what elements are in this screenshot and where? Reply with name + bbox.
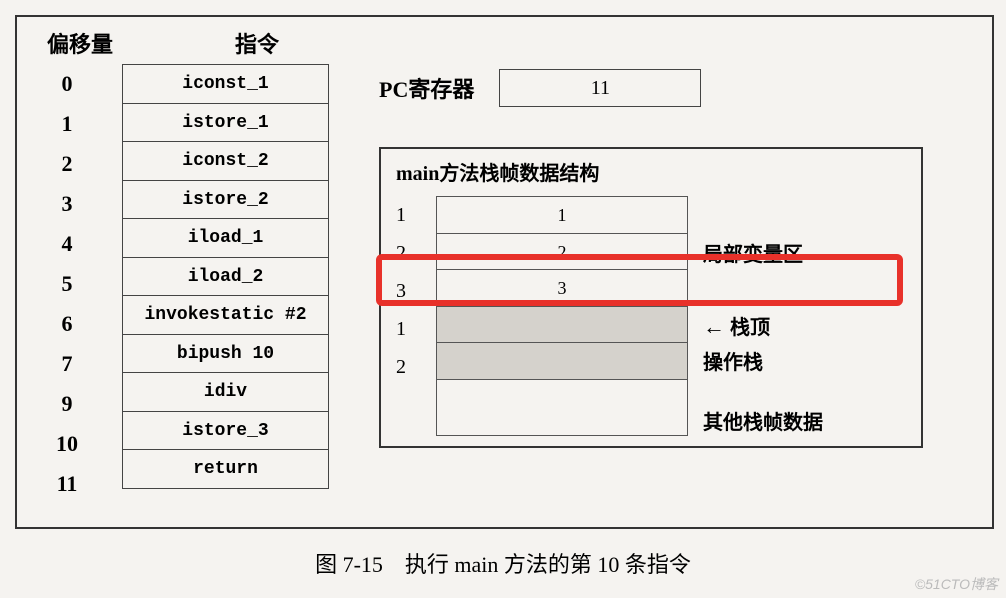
instruction-cell: istore_1 — [122, 103, 329, 143]
arrow-left-icon: ← — [703, 314, 725, 340]
instruction-cell: iload_1 — [122, 218, 329, 258]
offset-cell: 4 — [37, 224, 97, 264]
offset-cell: 10 — [37, 424, 97, 464]
instruction-cell: istore_3 — [122, 411, 329, 451]
local-idx: 1 — [396, 196, 426, 234]
offset-cell: 3 — [37, 184, 97, 224]
instruction-cell: iconst_1 — [122, 64, 329, 104]
stackframe-table: 1 2 3 1 2 1 2 3 局部变量区 — [396, 196, 906, 436]
stackframe-cells: 1 2 3 — [436, 196, 688, 436]
diagram-outer-box: 偏移量 指令 0 1 2 3 4 5 6 7 9 10 11 iconst_1 … — [15, 15, 994, 529]
instruction-cell: invokestatic #2 — [122, 295, 329, 335]
watermark: ©51CTO博客 — [915, 574, 998, 594]
pc-register-row: PC寄存器 11 — [379, 69, 972, 107]
offset-cell: 1 — [37, 104, 97, 144]
opstack-cell — [436, 342, 688, 380]
label-other-data: 其他栈帧数据 — [703, 406, 823, 435]
offset-cell: 5 — [37, 264, 97, 304]
opstack-idx: 1 — [396, 310, 426, 348]
local-var-cell: 3 — [436, 269, 688, 307]
instruction-cell: iconst_2 — [122, 141, 329, 181]
local-var-cell: 1 — [436, 196, 688, 234]
label-op-stack: 操作栈 — [703, 346, 763, 375]
stackframe-indices: 1 2 3 1 2 — [396, 196, 426, 436]
local-idx: 2 — [396, 234, 426, 272]
offset-cell: 2 — [37, 144, 97, 184]
pc-register-label: PC寄存器 — [379, 72, 474, 104]
opstack-idx: 2 — [396, 348, 426, 386]
figure-caption: 图 7-15 执行 main 方法的第 10 条指令 — [15, 547, 991, 579]
table-headers: 偏移量 指令 — [37, 27, 972, 59]
offset-cell: 6 — [37, 304, 97, 344]
right-column: PC寄存器 11 main方法栈帧数据结构 1 2 3 1 2 1 2 — [379, 64, 972, 504]
offset-cell: 11 — [37, 464, 97, 504]
instruction-cell: return — [122, 449, 329, 489]
header-offset: 偏移量 — [47, 27, 127, 59]
pc-register-value: 11 — [499, 69, 701, 107]
offset-cell: 7 — [37, 344, 97, 384]
stackframe-box: main方法栈帧数据结构 1 2 3 1 2 1 2 3 — [379, 147, 923, 448]
local-var-cell: 2 — [436, 233, 688, 271]
opstack-cell — [436, 306, 688, 344]
instruction-cell: bipush 10 — [122, 334, 329, 374]
offset-cell: 9 — [37, 384, 97, 424]
label-stack-top-text: 栈顶 — [730, 317, 770, 339]
other-frame-data-cell — [436, 379, 688, 436]
label-local-vars: 局部变量区 — [703, 238, 803, 267]
instruction-column: iconst_1 istore_1 iconst_2 istore_2 iloa… — [122, 64, 329, 504]
instruction-cell: iload_2 — [122, 257, 329, 297]
instruction-cell: istore_2 — [122, 180, 329, 220]
header-instruction: 指令 — [157, 27, 357, 59]
instruction-table: 0 1 2 3 4 5 6 7 9 10 11 iconst_1 istore_… — [37, 64, 329, 504]
content-row: 0 1 2 3 4 5 6 7 9 10 11 iconst_1 istore_… — [37, 64, 972, 504]
stackframe-title: main方法栈帧数据结构 — [396, 157, 906, 186]
label-stack-top: ←栈顶 — [703, 311, 770, 340]
offset-cell: 0 — [37, 64, 97, 104]
instruction-cell: idiv — [122, 372, 329, 412]
local-idx: 3 — [396, 272, 426, 310]
offset-column: 0 1 2 3 4 5 6 7 9 10 11 — [37, 64, 97, 504]
